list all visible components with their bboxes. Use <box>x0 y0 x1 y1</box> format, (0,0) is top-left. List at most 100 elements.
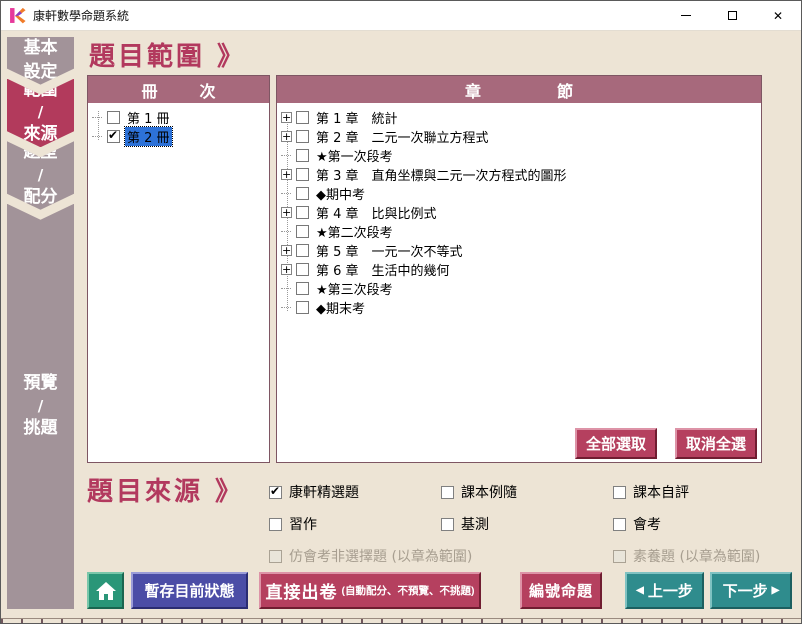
direct-generate-label: 直接出卷 <box>266 578 338 603</box>
checkbox[interactable] <box>296 301 309 314</box>
expand-icon[interactable]: + <box>281 207 292 218</box>
next-step-button[interactable]: 下一步 ▶ <box>710 572 792 609</box>
minimize-button[interactable] <box>663 1 709 30</box>
checkbox[interactable] <box>296 111 309 124</box>
sidebar-item-question-type-score[interactable]: 題型 / 配分 <box>7 141 74 210</box>
previous-step-label: 上一步 <box>648 580 693 601</box>
checkbox[interactable] <box>441 518 454 531</box>
sidebar-item-label: 預覽 <box>24 372 58 396</box>
expand-icon[interactable]: + <box>281 169 292 180</box>
tree-node: + <box>281 245 296 256</box>
checkbox[interactable] <box>613 486 626 499</box>
sidebar-item-label: 設定 <box>24 61 58 85</box>
source-option-kanghsuan-selected[interactable]: 康軒精選題 <box>269 482 359 502</box>
source-option-textbook-examples[interactable]: 課本例隨 <box>441 482 517 502</box>
chapter-label[interactable]: 第 1 章 統計 <box>314 108 400 127</box>
chapter-label[interactable]: 第 4 章 比與比例式 <box>314 203 439 222</box>
expand-icon[interactable]: + <box>281 264 292 275</box>
sidebar-item-label: / <box>38 165 43 186</box>
sidebar-item-label: 來源 <box>24 123 58 147</box>
expand-icon[interactable]: + <box>281 245 292 256</box>
bottom-ruler-strip <box>1 618 801 623</box>
checkbox[interactable] <box>441 486 454 499</box>
chapter-label[interactable]: 第 3 章 直角坐標與二元一次方程式的圖形 <box>314 165 569 184</box>
tree-row-volume-1[interactable]: 第 1 冊 <box>92 108 267 127</box>
exam-label[interactable]: ★第三次段考 <box>314 279 395 298</box>
arrow-left-icon: ◀ <box>636 585 644 596</box>
tree-node <box>92 117 107 118</box>
checkbox[interactable] <box>269 486 282 499</box>
app-logo-icon <box>9 7 26 24</box>
tree-node: + <box>281 112 296 123</box>
tree-row-exam[interactable]: ★第二次段考 <box>281 222 759 241</box>
close-icon: ✕ <box>773 10 783 22</box>
tree-row-exam[interactable]: ◆期末考 <box>281 298 759 317</box>
direct-generate-button[interactable]: 直接出卷 (自動配分、不預覽、不挑題) <box>259 572 481 609</box>
source-option-cap-exam[interactable]: 會考 <box>613 514 661 534</box>
source-option-label: 課本自評 <box>633 482 689 502</box>
source-option-workbook[interactable]: 習作 <box>269 514 317 534</box>
tree-row-chapter[interactable]: + 第 1 章 統計 <box>281 108 759 127</box>
source-option-label: 習作 <box>289 514 317 534</box>
sidebar-item-basic-settings[interactable]: 基本 設定 <box>7 37 74 85</box>
exam-label[interactable]: ★第二次段考 <box>314 222 395 241</box>
sidebar-item-label: 基本 <box>24 37 58 61</box>
checkbox[interactable] <box>107 130 120 143</box>
numbered-question-button[interactable]: 編號命題 <box>520 572 602 609</box>
checkbox[interactable] <box>296 244 309 257</box>
tree-node <box>281 307 296 308</box>
select-all-button[interactable]: 全部選取 <box>575 428 657 459</box>
chapter-label[interactable]: 第 5 章 一元一次不等式 <box>314 241 465 260</box>
source-option-textbook-selfeval[interactable]: 課本自評 <box>613 482 689 502</box>
checkbox[interactable] <box>296 225 309 238</box>
tree-node: + <box>281 169 296 180</box>
volume-label[interactable]: 第 2 冊 <box>125 127 172 146</box>
chapter-tree: + 第 1 章 統計 + 第 2 章 二元一次聯立方程式 ★第一次段考 + 第 … <box>277 103 761 317</box>
tree-row-exam[interactable]: ★第三次段考 <box>281 279 759 298</box>
checkbox[interactable] <box>269 518 282 531</box>
volume-tree: 第 1 冊 第 2 冊 <box>88 103 269 146</box>
expand-icon[interactable]: + <box>281 131 292 142</box>
maximize-button[interactable] <box>709 1 755 30</box>
chapter-label[interactable]: 第 2 章 二元一次聯立方程式 <box>314 127 491 146</box>
checkbox[interactable] <box>296 130 309 143</box>
tree-row-exam[interactable]: ◆期中考 <box>281 184 759 203</box>
checkbox <box>613 550 626 563</box>
tree-row-chapter[interactable]: + 第 5 章 一元一次不等式 <box>281 241 759 260</box>
checkbox[interactable] <box>296 149 309 162</box>
chapter-label[interactable]: 第 6 章 生活中的幾何 <box>314 260 452 279</box>
close-button[interactable]: ✕ <box>755 1 801 30</box>
home-button[interactable] <box>87 572 124 609</box>
expand-icon[interactable]: + <box>281 112 292 123</box>
source-option-basic-test[interactable]: 基測 <box>441 514 489 534</box>
maximize-icon <box>728 11 737 20</box>
deselect-all-button[interactable]: 取消全選 <box>675 428 757 459</box>
tree-row-exam[interactable]: ★第一次段考 <box>281 146 759 165</box>
volume-label[interactable]: 第 1 冊 <box>125 108 172 127</box>
checkbox[interactable] <box>613 518 626 531</box>
checkbox[interactable] <box>296 263 309 276</box>
tree-node <box>281 193 296 194</box>
sidebar-item-label: 配分 <box>24 186 58 210</box>
tree-row-chapter[interactable]: + 第 2 章 二元一次聯立方程式 <box>281 127 759 146</box>
tree-row-volume-2[interactable]: 第 2 冊 <box>92 127 267 146</box>
tree-node: + <box>281 207 296 218</box>
checkbox[interactable] <box>296 168 309 181</box>
exam-label[interactable]: ◆期中考 <box>314 184 367 203</box>
previous-step-button[interactable]: ◀ 上一步 <box>625 572 704 609</box>
sidebar-item-preview-pick[interactable]: 預覽 / 挑題 <box>7 204 74 609</box>
sidebar-item-range-source[interactable]: 範圍 / 來源 <box>7 79 74 148</box>
tree-row-chapter[interactable]: + 第 4 章 比與比例式 <box>281 203 759 222</box>
volume-header-text: 冊 <box>141 78 157 102</box>
checkbox[interactable] <box>296 206 309 219</box>
source-option-label: 基測 <box>461 514 489 534</box>
tree-row-chapter[interactable]: + 第 6 章 生活中的幾何 <box>281 260 759 279</box>
checkbox[interactable] <box>296 282 309 295</box>
save-state-button[interactable]: 暫存目前狀態 <box>131 572 248 609</box>
checkbox[interactable] <box>296 187 309 200</box>
tree-row-chapter[interactable]: + 第 3 章 直角坐標與二元一次方程式的圖形 <box>281 165 759 184</box>
source-option-literacy: 素養題 (以章為範圍) <box>613 546 760 566</box>
checkbox[interactable] <box>107 111 120 124</box>
exam-label[interactable]: ◆期末考 <box>314 298 367 317</box>
exam-label[interactable]: ★第一次段考 <box>314 146 395 165</box>
